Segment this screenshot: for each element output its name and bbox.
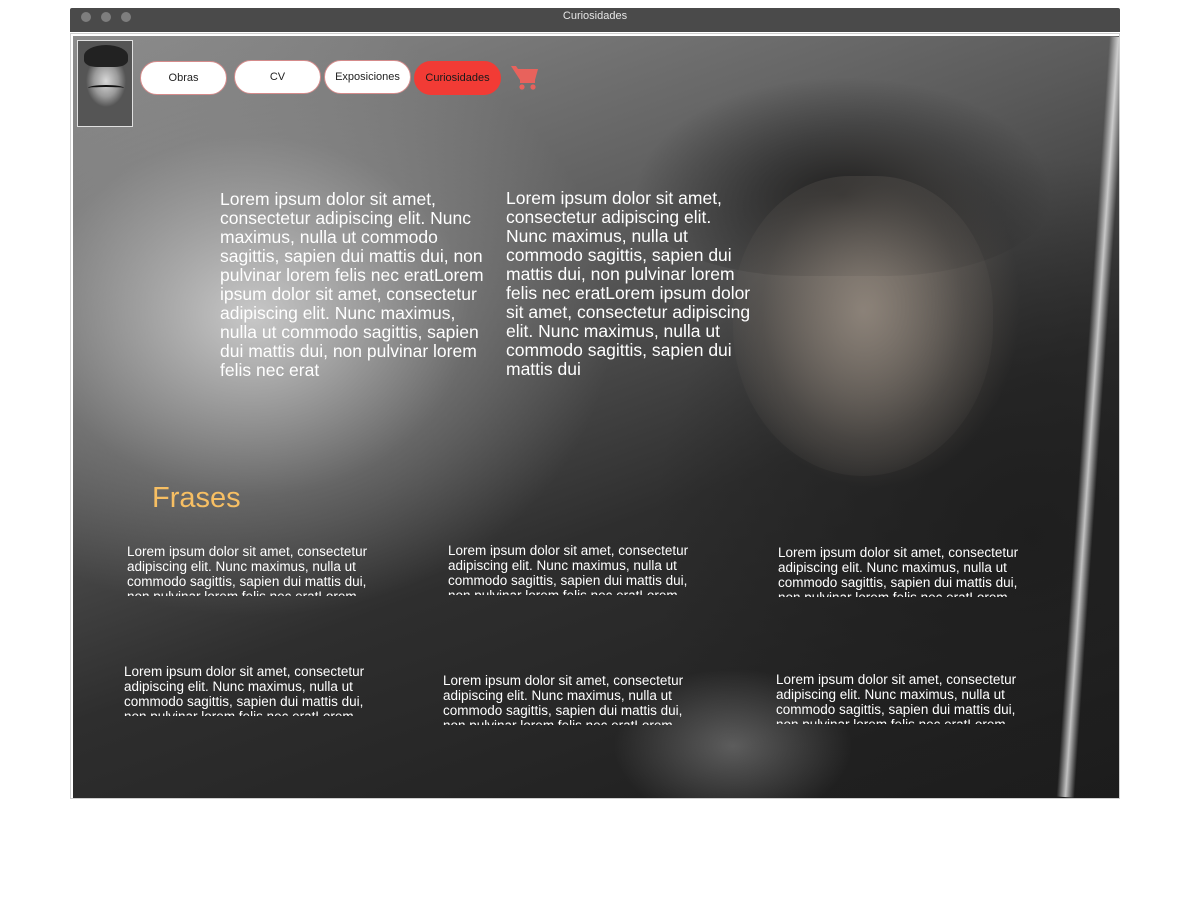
- intro-text-column-2: Lorem ipsum dolor sit amet, consectetur …: [506, 188, 751, 379]
- avatar[interactable]: [77, 40, 133, 127]
- quote-text: Lorem ipsum dolor sit amet, consectetur …: [776, 672, 1017, 724]
- nav-button-curiosidades[interactable]: Curiosidades: [414, 61, 501, 95]
- window-title: Curiosidades: [562, 10, 628, 22]
- quote-text: Lorem ipsum dolor sit amet, consectetur …: [778, 545, 1019, 597]
- intro-text-column-1: Lorem ipsum dolor sit amet, consectetur …: [220, 189, 484, 380]
- nav-button-obras[interactable]: Obras: [140, 61, 227, 95]
- shopping-cart-icon-svg: [511, 66, 538, 90]
- background-shading: [733, 176, 993, 476]
- avatar-hair: [84, 45, 128, 67]
- nav-button-exposiciones[interactable]: Exposiciones: [324, 60, 411, 94]
- nav-button-cv[interactable]: CV: [234, 60, 321, 94]
- window-titlebar: Curiosidades: [70, 8, 1120, 32]
- shopping-cart-icon[interactable]: [510, 63, 540, 91]
- avatar-mustache: [88, 85, 124, 91]
- quote-text: Lorem ipsum dolor sit amet, consectetur …: [124, 664, 365, 716]
- quote-text: Lorem ipsum dolor sit amet, consectetur …: [443, 673, 684, 725]
- quote-text: Lorem ipsum dolor sit amet, consectetur …: [127, 544, 368, 596]
- quote-text: Lorem ipsum dolor sit amet, consectetur …: [448, 543, 689, 595]
- background-shading: [1056, 36, 1119, 798]
- frases-heading: Frases: [152, 482, 241, 514]
